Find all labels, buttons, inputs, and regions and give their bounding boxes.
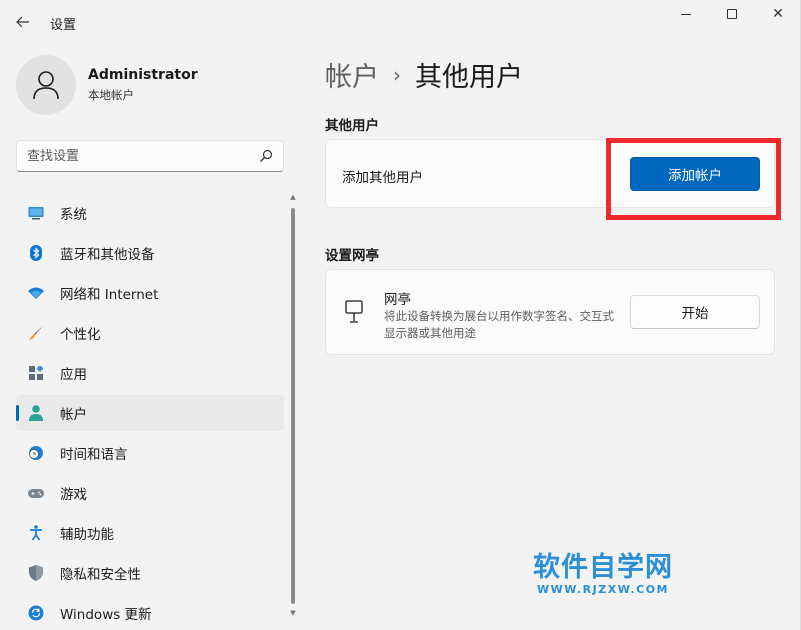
sidebar-item-label: 时间和语言 [60, 447, 128, 463]
sidebar-item-label: 应用 [60, 367, 87, 383]
breadcrumb: 帐户 › 其他用户 [325, 55, 523, 94]
page-title: 其他用户 [415, 62, 523, 93]
sidebar-item-network[interactable]: 网络和 Internet [16, 275, 284, 311]
red-highlight-box [606, 138, 781, 220]
apps-icon [28, 365, 44, 381]
sidebar-item-accessibility[interactable]: 辅助功能 [16, 515, 284, 551]
app-title: 设置 [50, 18, 77, 33]
close-button[interactable]: ✕ [755, 0, 801, 28]
sidebar-item-label: Windows 更新 [60, 607, 152, 623]
sidebar-item-windows-update[interactable]: Windows 更新 [16, 595, 284, 630]
wifi-icon [28, 285, 44, 301]
sidebar-item-label: 个性化 [60, 327, 101, 343]
account-type: 本地帐户 [88, 88, 134, 102]
search-input[interactable] [27, 148, 259, 164]
update-icon [28, 605, 44, 621]
sidebar-item-accounts[interactable]: 帐户 [16, 395, 284, 431]
sidebar-item-gaming[interactable]: 游戏 [16, 475, 284, 511]
scroll-down-icon[interactable]: ▼ [288, 608, 298, 618]
close-icon: ✕ [772, 6, 784, 22]
monitor-icon [28, 205, 44, 221]
section-title-other-users: 其他用户 [325, 118, 379, 134]
watermark-title: 软件自学网 [533, 552, 673, 583]
search-box[interactable] [16, 140, 284, 172]
sidebar-item-label: 系统 [60, 207, 87, 223]
accessibility-icon [28, 525, 44, 541]
sidebar-nav: 系统 蓝牙和其他设备 网络和 Internet 个性化 应用 帐户 时间和语言 … [16, 195, 284, 630]
settings-window: 设置 ✕ Administrator 本地帐户 查找设置 系统 蓝牙和其他设备 … [0, 0, 801, 630]
kiosk-card: 网亭 将此设备转换为展台以用作数字签名、交互式显示器或其他用途 开始 [325, 269, 775, 355]
clock-globe-icon [28, 445, 44, 461]
gamepad-icon [28, 485, 44, 501]
back-arrow-icon [16, 16, 29, 28]
user-profile[interactable]: Administrator 本地帐户 [16, 55, 198, 115]
brush-icon [28, 325, 44, 341]
watermark-url: WWW.RJZXW.COM [537, 583, 669, 596]
kiosk-icon [345, 300, 363, 323]
scroll-thumb[interactable] [291, 208, 295, 604]
kiosk-description: 将此设备转换为展台以用作数字签名、交互式显示器或其他用途 [384, 309, 614, 340]
sidebar-item-label: 帐户 [60, 407, 87, 423]
breadcrumb-parent[interactable]: 帐户 [325, 55, 379, 94]
sidebar-item-label: 网络和 Internet [60, 287, 159, 303]
sidebar-item-system[interactable]: 系统 [16, 195, 284, 231]
sidebar-item-bluetooth[interactable]: 蓝牙和其他设备 [16, 235, 284, 271]
account-icon [28, 405, 44, 421]
minimize-button[interactable] [663, 0, 709, 28]
add-other-user-label: 添加其他用户 [342, 170, 423, 186]
sidebar-item-label: 游戏 [60, 487, 87, 503]
person-icon [33, 71, 59, 100]
sidebar-item-privacy[interactable]: 隐私和安全性 [16, 555, 284, 591]
sidebar-scrollbar[interactable]: ▲ ▼ [288, 192, 298, 618]
section-title-kiosk: 设置网亭 [325, 248, 379, 264]
sidebar-item-apps[interactable]: 应用 [16, 355, 284, 391]
maximize-button[interactable] [709, 0, 755, 28]
avatar [16, 55, 76, 115]
kiosk-title: 网亭 [384, 292, 411, 308]
sidebar-item-personalization[interactable]: 个性化 [16, 315, 284, 351]
title-bar: 设置 ✕ [0, 0, 801, 44]
scroll-up-icon[interactable]: ▲ [288, 192, 298, 202]
sidebar-item-label: 辅助功能 [60, 527, 114, 543]
user-name: Administrator [88, 67, 198, 83]
maximize-icon [727, 9, 737, 19]
breadcrumb-separator: › [393, 62, 401, 87]
sidebar-item-time-language[interactable]: 时间和语言 [16, 435, 284, 471]
shield-icon [28, 565, 44, 581]
watermark: 软件自学网 WWW.RJZXW.COM [533, 552, 673, 597]
sidebar-item-label: 蓝牙和其他设备 [60, 247, 155, 263]
bluetooth-icon [28, 245, 44, 261]
sidebar-item-label: 隐私和安全性 [60, 567, 141, 583]
back-button[interactable] [8, 8, 38, 36]
minimize-icon [681, 13, 691, 15]
search-icon[interactable] [259, 149, 273, 163]
user-info: Administrator 本地帐户 [88, 67, 198, 103]
kiosk-start-button[interactable]: 开始 [630, 295, 760, 329]
